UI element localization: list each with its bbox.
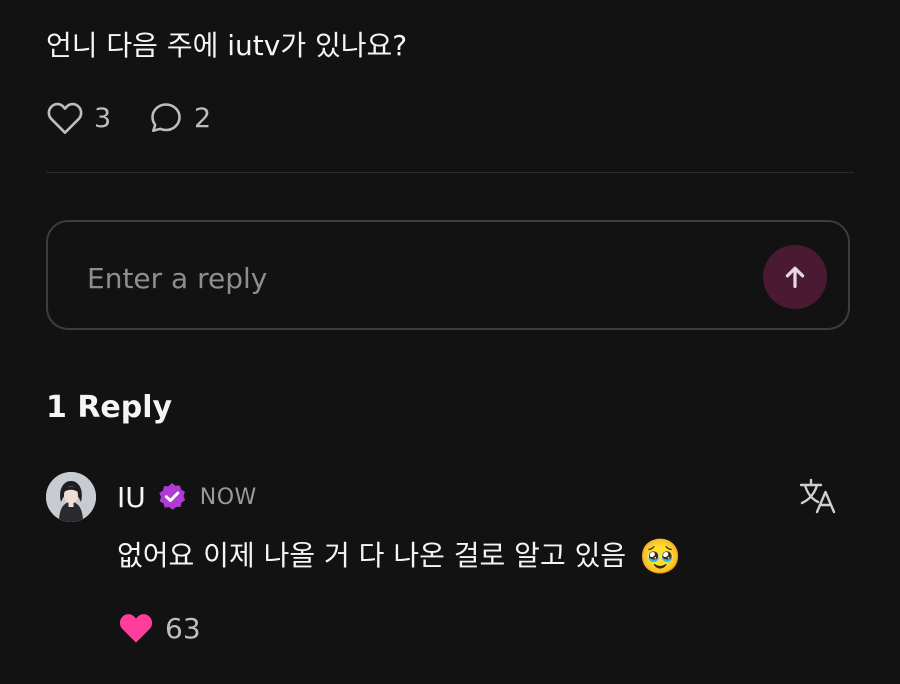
like-button[interactable]: 3 (46, 100, 111, 136)
pleading-face-emoji: 🥹 (639, 537, 682, 577)
author-line: IU NOW (117, 478, 257, 516)
heart-outline-icon (47, 102, 83, 134)
author-name[interactable]: IU (117, 481, 146, 514)
divider (46, 172, 854, 173)
replies-heading: 1 Reply (46, 390, 173, 425)
reply-box (46, 220, 850, 330)
reply-like-count: 63 (165, 611, 201, 645)
heart-filled-icon (119, 614, 153, 643)
reply-like-button[interactable]: 63 (117, 608, 201, 648)
reply-input[interactable] (85, 252, 729, 304)
comment-count: 2 (194, 102, 212, 134)
avatar-image (46, 472, 96, 522)
avatar[interactable] (46, 472, 96, 522)
translate-button[interactable] (798, 476, 838, 520)
reply-text-body: 없어요 이제 나올 거 다 나온 걸로 알고 있음 (117, 539, 627, 572)
like-count: 3 (94, 102, 112, 134)
arrow-up-icon (785, 266, 805, 288)
post-text: 언니 다음 주에 iutv가 있나요? (46, 29, 408, 62)
send-button[interactable] (763, 245, 827, 309)
reply-text: 없어요 이제 나올 거 다 나온 걸로 알고 있음 🥹 (117, 534, 681, 579)
chat-bubble-icon (151, 103, 181, 133)
timestamp: NOW (199, 484, 257, 510)
translate-icon (799, 478, 836, 514)
comment-button[interactable]: 2 (148, 100, 211, 136)
verified-badge-icon (159, 483, 185, 510)
